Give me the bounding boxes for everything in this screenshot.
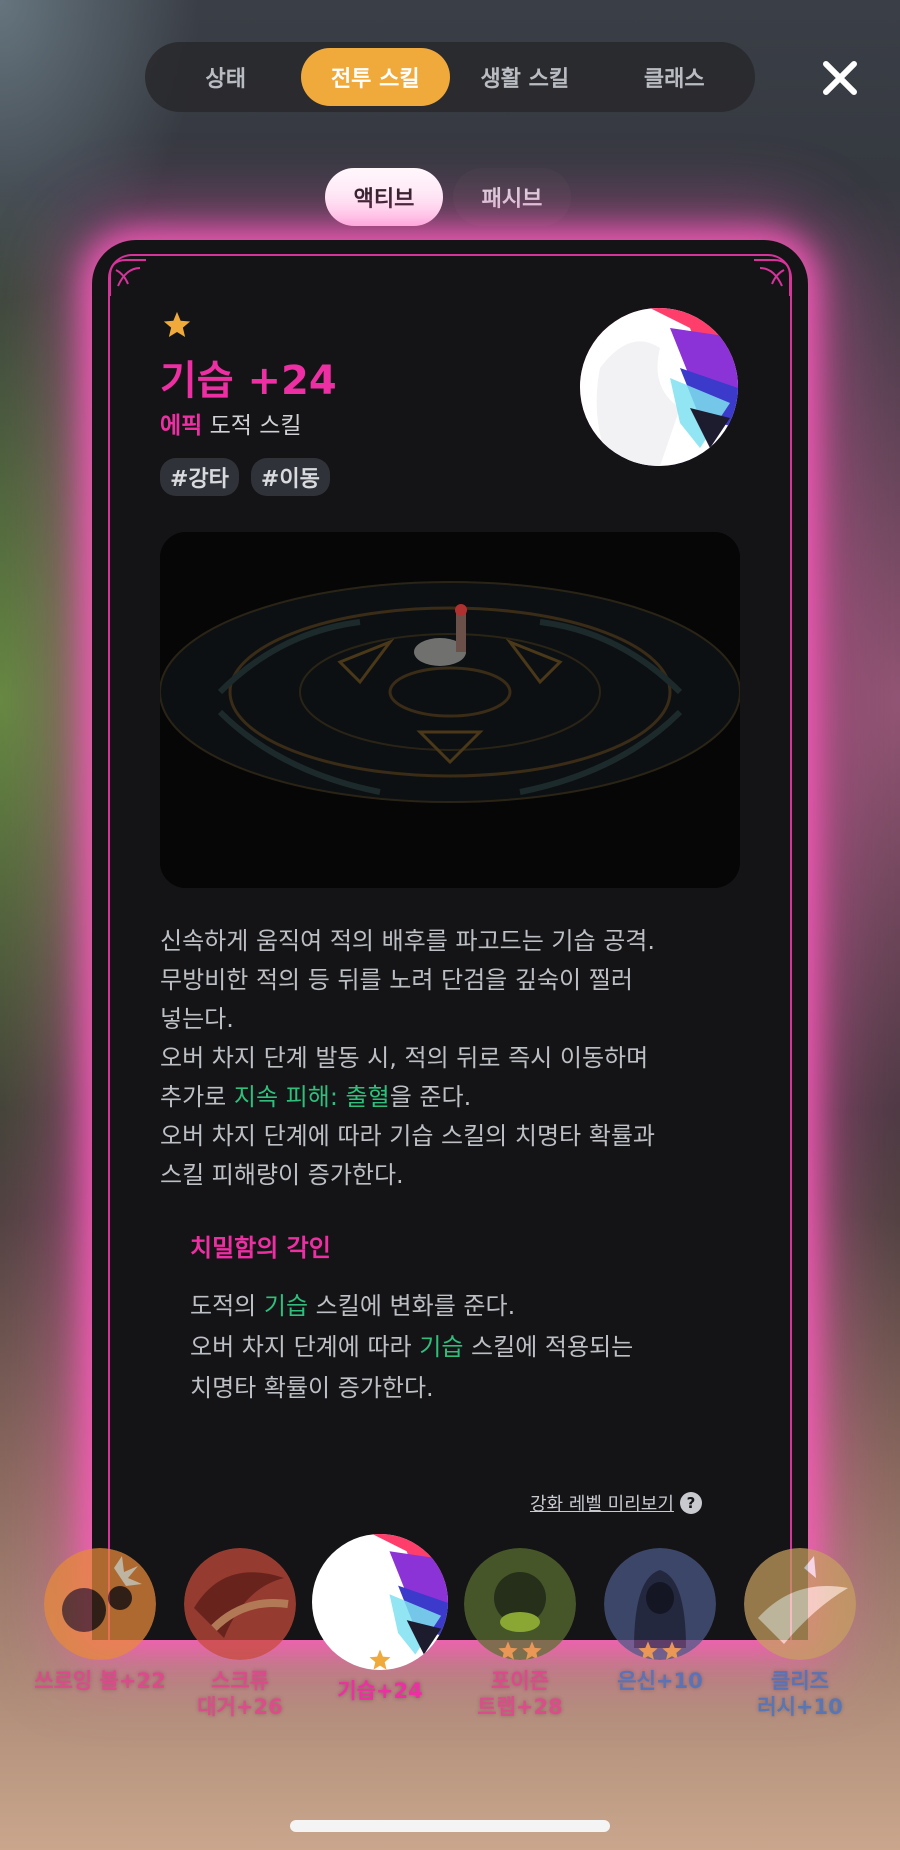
desc-highlight: 지속 피해: 출혈 — [233, 1083, 390, 1111]
tab-status[interactable]: 상태 — [151, 48, 301, 106]
engraving-text: 오버 차지 단계에 따라 — [190, 1333, 420, 1361]
skill-slot-screw-dagger[interactable]: 스크류 대거+26 — [170, 1548, 310, 1720]
poison-trap-icon — [464, 1548, 576, 1660]
star-icon — [638, 1641, 658, 1660]
skill-slot-label: 포이즌 트랩+28 — [477, 1669, 563, 1719]
skill-slot-throwing-ball[interactable]: 쓰로잉 볼+22 — [30, 1548, 170, 1694]
skill-tags: #강타 #이동 — [160, 458, 330, 496]
skill-grade: 에픽 도적 스킬 — [160, 406, 302, 440]
main-tab-bar: 상태 전투 스킬 생활 스킬 클래스 — [145, 42, 755, 112]
skill-portrait — [580, 308, 738, 466]
engraving-description: 도적의 기습 스킬에 변화를 준다. 오버 차지 단계에 따라 기습 스킬에 적… — [190, 1286, 750, 1409]
skill-slot-label: 스크류 대거+26 — [197, 1669, 283, 1719]
engraving-text: 치명타 확률이 증가한다. — [190, 1374, 434, 1402]
engraving-title: 치밀함의 각인 — [190, 1234, 331, 1262]
skill-slot-label: 클리즈 러시+10 — [757, 1669, 843, 1719]
star-icon — [369, 1649, 391, 1670]
close-icon — [823, 61, 857, 95]
engraving-highlight: 기습 — [419, 1333, 464, 1361]
star-icon — [498, 1641, 518, 1660]
skill-tag: #강타 — [160, 458, 239, 496]
skill-slot-label: 쓰로잉 볼+22 — [34, 1669, 166, 1693]
skill-title: 기습 +24 — [160, 358, 337, 404]
star-icon — [163, 311, 191, 337]
corner-ornament-icon — [754, 259, 791, 296]
tab-class[interactable]: 클래스 — [600, 48, 750, 106]
class-skill-label: 도적 스킬 — [209, 413, 302, 439]
skill-description: 신속하게 움직여 적의 배후를 파고드는 기습 공격. 무방비한 적의 등 뒤를… — [160, 922, 750, 1195]
slot-stars — [312, 1648, 448, 1670]
skill-slot-stealth[interactable]: 은신+10 — [590, 1548, 730, 1694]
help-icon[interactable]: ? — [679, 1492, 702, 1514]
skill-selector-bar: 쓰로잉 볼+22 스크류 대거+26 기습+24 포이즌 트랩+28 은신+10… — [0, 1530, 900, 1730]
skill-tag: #이동 — [250, 458, 330, 496]
preview-link-label: 강화 레벨 미리보기 — [530, 1494, 674, 1515]
tab-passive[interactable]: 패시브 — [453, 168, 571, 226]
slot-stars — [604, 1640, 716, 1660]
enhance-level-preview-link[interactable]: 강화 레벨 미리보기 ? — [530, 1490, 702, 1516]
tab-active[interactable]: 액티브 — [325, 168, 443, 226]
stealth-icon — [604, 1548, 716, 1660]
engraving-text: 스킬에 적용되는 — [463, 1333, 634, 1361]
close-button[interactable] — [812, 50, 868, 106]
screw-dagger-icon — [184, 1548, 296, 1660]
tab-life-skill[interactable]: 생활 스킬 — [450, 48, 600, 106]
engraving-highlight: 기습 — [263, 1292, 309, 1320]
star-icon — [662, 1641, 682, 1660]
skill-slot-ambush[interactable]: 기습+24 — [310, 1534, 450, 1704]
corner-ornament-icon — [109, 259, 146, 296]
throwing-ball-icon — [44, 1548, 156, 1660]
skill-slot-rush[interactable]: 클리즈 러시+10 — [730, 1548, 870, 1720]
skill-slot-poison-trap[interactable]: 포이즌 트랩+28 — [450, 1548, 590, 1720]
engraving-text: 스킬에 변화를 준다. — [308, 1292, 516, 1320]
skill-slot-label: 은신+10 — [617, 1669, 703, 1693]
engraving-text: 도적의 — [190, 1292, 264, 1320]
rush-icon — [744, 1548, 856, 1660]
ambush-icon — [312, 1534, 448, 1670]
skill-slot-label: 기습+24 — [337, 1679, 423, 1703]
star-icon — [522, 1641, 542, 1660]
tab-combat-skill[interactable]: 전투 스킬 — [300, 48, 450, 106]
arena-floor-icon — [160, 532, 740, 888]
home-indicator[interactable] — [290, 1820, 610, 1832]
skill-detail-card: 기습 +24 에픽 도적 스킬 #강타 #이동 신속하게 움직여 적의 배후를 … — [92, 240, 808, 1640]
skill-type-tabs: 액티브 패시브 — [325, 168, 571, 226]
skill-preview-video[interactable] — [160, 532, 740, 888]
slot-stars — [464, 1640, 576, 1660]
skill-art-icon — [580, 308, 738, 466]
rarity-label: 에픽 — [160, 413, 203, 439]
